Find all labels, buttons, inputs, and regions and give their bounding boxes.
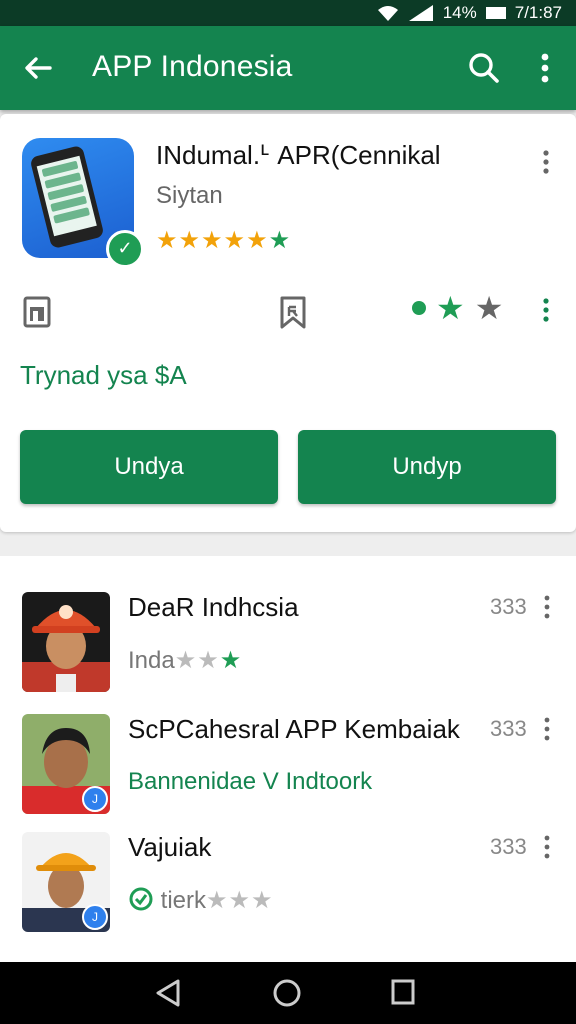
status-bar: 14% 7/1:87 <box>0 0 576 26</box>
primary-button-left[interactable]: Undya <box>20 430 278 504</box>
app-name: INdumal.ᒻ APR(Cennikal <box>156 140 441 170</box>
list-item-subtitle: Bannenidae V Indtoork <box>128 768 373 795</box>
list-item-subtitle: Inda★★★ <box>128 646 241 675</box>
star-grey-icon[interactable]: ★ <box>475 289 504 327</box>
list-item-more-icon[interactable] <box>540 716 554 742</box>
search-icon[interactable] <box>466 50 502 86</box>
app-detail-card: ✓ INdumal.ᒻ APR(Cennikal Siytan ★★★★★★ ★… <box>0 114 576 532</box>
battery-icon <box>485 7 506 19</box>
battery-text: 14% <box>442 3 477 22</box>
star-filled-icon[interactable]: ★ <box>436 289 465 327</box>
system-nav-bar <box>0 962 576 1024</box>
stars-grey: ★★★ <box>206 887 274 914</box>
list-item-price: 333 <box>490 716 527 741</box>
list-item[interactable]: J Vajuiak tierk★★★ 333 <box>0 796 576 932</box>
stars-green: ★ <box>219 647 242 674</box>
list-item-subtitle: tierk★★★ <box>128 886 274 915</box>
nav-recents-icon[interactable] <box>390 978 416 1006</box>
list-item-more-icon[interactable] <box>540 594 554 620</box>
verified-check-icon: ✓ <box>106 230 144 268</box>
list-item-more-icon[interactable] <box>540 834 554 860</box>
bookmark-icon[interactable] <box>278 294 308 330</box>
app-developer[interactable]: Siytan <box>156 182 223 210</box>
primary-button-right[interactable]: Undyp <box>298 430 556 504</box>
wifi-icon <box>377 6 398 21</box>
list-item[interactable]: DeaR Indhcsia Inda★★★ 333 <box>0 556 576 692</box>
back-arrow-icon[interactable] <box>20 50 56 86</box>
nav-back-icon[interactable] <box>154 978 182 1008</box>
related-apps-list: DeaR Indhcsia Inda★★★ 333 J ScPCahesral … <box>0 556 576 964</box>
list-item-title: DeaR Indhcsia <box>128 592 299 622</box>
list-item-sub-text: tierk <box>160 887 207 914</box>
rating-star-green: ★ <box>268 227 292 254</box>
card-more-icon[interactable] <box>536 148 556 176</box>
app-rating-stars: ★★★★★★ <box>156 226 291 255</box>
rating-stars-orange: ★★★★★ <box>156 227 269 254</box>
list-item-price: 333 <box>490 834 527 859</box>
stars-grey: ★★ <box>174 647 220 674</box>
avatar: J <box>22 832 110 932</box>
check-circle-icon <box>129 887 153 911</box>
status-indicators: 14% 7/1:87 <box>377 3 562 23</box>
avatar <box>22 592 110 692</box>
status-dot <box>412 301 426 315</box>
list-item-title: ScPCahesral APP Kembaiak <box>128 714 460 744</box>
list-item[interactable]: J ScPCahesral APP Kembaiak Bannenidae V … <box>0 678 576 814</box>
clock: 7/1:87 <box>514 3 562 22</box>
phone-illustration <box>29 144 105 250</box>
rating-actions: ★ ★ <box>412 290 503 326</box>
more-vert-icon[interactable] <box>530 50 560 86</box>
actions-more-icon[interactable] <box>538 296 554 324</box>
app-bar: APP Indonesia <box>0 26 576 110</box>
app-bar-title: APP Indonesia <box>92 50 293 83</box>
list-item-sub-text: Inda <box>128 647 175 674</box>
calendar-icon[interactable] <box>22 294 52 328</box>
nav-home-icon[interactable] <box>272 978 302 1008</box>
list-item-price: 333 <box>490 594 527 619</box>
signal-icon <box>408 5 433 21</box>
verified-badge-icon: J <box>82 904 108 930</box>
price-text: Trynad ysa $A <box>20 360 187 390</box>
list-item-title: Vajuiak <box>128 832 212 862</box>
